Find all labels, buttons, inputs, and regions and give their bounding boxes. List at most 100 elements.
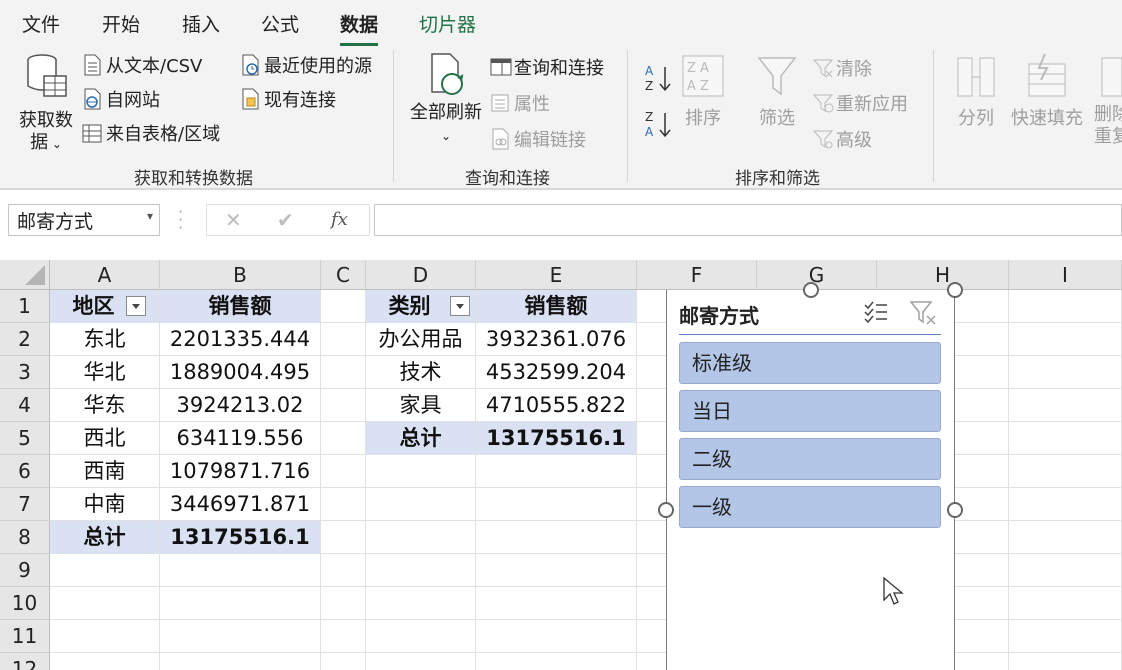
tab-insert[interactable]: 插入	[182, 10, 220, 37]
pivot1-row-label[interactable]: 华北	[50, 356, 159, 389]
row-header[interactable]: 5	[0, 422, 50, 455]
resize-handle[interactable]	[803, 282, 819, 298]
row-header[interactable]: 8	[0, 521, 50, 554]
tab-data[interactable]: 数据	[340, 10, 378, 37]
column-header[interactable]: A	[50, 260, 160, 290]
sort-ascending-button[interactable]: AZ	[643, 64, 673, 92]
advanced-filter-button[interactable]: 高级	[812, 125, 872, 153]
row-header[interactable]: 2	[0, 323, 50, 356]
filter-dropdown-icon[interactable]	[450, 296, 470, 316]
queries-connections-button[interactable]: 查询和连接	[490, 53, 604, 81]
clear-filter-button[interactable]: 清除	[812, 54, 872, 82]
chevron-down-icon[interactable]: ▾	[147, 209, 153, 223]
formula-input[interactable]	[374, 204, 1122, 236]
from-table-button[interactable]: 来自表格/区域	[82, 119, 220, 147]
sort-dialog-icon: Z AA Z	[681, 54, 725, 100]
column-header[interactable]: C	[321, 260, 366, 290]
slicer-item-same-day[interactable]: 当日	[679, 390, 941, 432]
column-header[interactable]: D	[366, 260, 476, 290]
column-header[interactable]: H	[877, 260, 1009, 290]
resize-handle[interactable]	[947, 502, 963, 518]
pivot1-row-value[interactable]: 3924213.02	[160, 389, 320, 422]
pivot2-row-value[interactable]: 3932361.076	[476, 323, 636, 356]
pivot1-row-value[interactable]: 3446971.871	[160, 488, 320, 521]
pivot2-total-value[interactable]: 13175516.1	[476, 422, 636, 455]
row-header[interactable]: 6	[0, 455, 50, 488]
pivot2-total-label[interactable]: 总计	[366, 422, 475, 455]
tab-slicer[interactable]: 切片器	[419, 10, 476, 37]
edit-links-button[interactable]: 编辑链接	[490, 125, 586, 153]
column-header[interactable]: F	[637, 260, 757, 290]
sort-button[interactable]: Z AA Z 排序	[680, 54, 726, 130]
pivot1-row-label[interactable]: 东北	[50, 323, 159, 356]
column-header[interactable]: I	[1009, 260, 1122, 290]
pivot1-row-value[interactable]: 2201335.444	[160, 323, 320, 356]
more-options-icon: ···	[178, 208, 183, 232]
pivot1-header-sales[interactable]: 销售额	[160, 290, 320, 323]
pivot1-row-value[interactable]: 1889004.495	[160, 356, 320, 389]
properties-button[interactable]: 属性	[490, 89, 550, 117]
slicer-item-standard[interactable]: 标准级	[679, 342, 941, 384]
remove-duplicates-button[interactable]: 删除 重复	[1094, 54, 1122, 148]
slicer-item-first-class[interactable]: 一级	[679, 486, 941, 528]
recent-sources-button[interactable]: 最近使用的源	[240, 51, 372, 79]
name-box[interactable]: 邮寄方式 ▾	[8, 204, 160, 236]
row-header[interactable]: 11	[0, 620, 50, 653]
pivot1-row-value[interactable]: 634119.556	[160, 422, 320, 455]
multi-select-icon[interactable]	[863, 300, 889, 328]
row-header[interactable]: 9	[0, 554, 50, 587]
flash-fill-button[interactable]: 快速填充	[1010, 54, 1084, 130]
resize-handle[interactable]	[658, 502, 674, 518]
slicer-panel[interactable]: 邮寄方式 标准级 当日 二级 一级	[666, 290, 955, 670]
pivot2-row-value[interactable]: 4710555.822	[476, 389, 636, 422]
clear-filter-icon[interactable]	[909, 300, 937, 330]
pivot1-total-value[interactable]: 13175516.1	[160, 521, 320, 554]
flash-fill-icon	[1025, 54, 1069, 100]
row-header[interactable]: 3	[0, 356, 50, 389]
pivot1-total-label[interactable]: 总计	[50, 521, 159, 554]
ribbon-separator	[933, 50, 934, 182]
insert-function-icon[interactable]: fx	[331, 209, 348, 230]
web-page-icon	[82, 88, 102, 110]
resize-handle[interactable]	[947, 282, 963, 298]
tab-home[interactable]: 开始	[102, 10, 140, 37]
tab-file[interactable]: 文件	[22, 10, 60, 37]
tab-formulas[interactable]: 公式	[261, 10, 299, 37]
column-header[interactable]: B	[160, 260, 321, 290]
svg-text:A: A	[645, 64, 654, 78]
enter-icon[interactable]: ✔	[277, 208, 294, 232]
pivot2-row-label[interactable]: 家具	[366, 389, 475, 422]
pivot2-row-value[interactable]: 4532599.204	[476, 356, 636, 389]
pivot2-row-label[interactable]: 技术	[366, 356, 475, 389]
sort-descending-button[interactable]: ZA	[643, 110, 673, 138]
pivot1-row-label[interactable]: 华东	[50, 389, 159, 422]
filter-button[interactable]: 筛选	[754, 54, 800, 130]
row-header[interactable]: 12	[0, 653, 50, 670]
text-to-columns-button[interactable]: 分列	[952, 54, 1000, 130]
get-data-label-1: 获取数	[19, 110, 73, 131]
column-header[interactable]: E	[476, 260, 637, 290]
filter-dropdown-icon[interactable]	[126, 296, 146, 316]
pivot1-row-label[interactable]: 西南	[50, 455, 159, 488]
pivot1-row-label[interactable]: 中南	[50, 488, 159, 521]
pivot2-row-label[interactable]: 办公用品	[366, 323, 475, 356]
grid-line	[1008, 290, 1009, 670]
cancel-icon[interactable]: ✕	[225, 208, 242, 232]
slicer-item-second-class[interactable]: 二级	[679, 438, 941, 480]
from-text-csv-button[interactable]: 从文本/CSV	[82, 51, 202, 79]
row-header[interactable]: 4	[0, 389, 50, 422]
reapply-button[interactable]: 重新应用	[812, 89, 908, 117]
refresh-all-button[interactable]: 全部刷新 ⌄	[404, 52, 488, 147]
row-header[interactable]: 7	[0, 488, 50, 521]
from-web-button[interactable]: 自网站	[82, 85, 160, 113]
get-data-button[interactable]: 获取数 据 ⌄	[16, 52, 76, 155]
select-all-button[interactable]	[0, 260, 50, 290]
grid-line	[320, 290, 321, 670]
get-data-label-2: 据	[30, 132, 48, 153]
existing-connections-button[interactable]: 现有连接	[240, 85, 336, 113]
pivot1-row-value[interactable]: 1079871.716	[160, 455, 320, 488]
pivot2-header-sales[interactable]: 销售额	[476, 290, 636, 323]
row-header[interactable]: 10	[0, 587, 50, 620]
row-header[interactable]: 1	[0, 290, 50, 323]
pivot1-row-label[interactable]: 西北	[50, 422, 159, 455]
